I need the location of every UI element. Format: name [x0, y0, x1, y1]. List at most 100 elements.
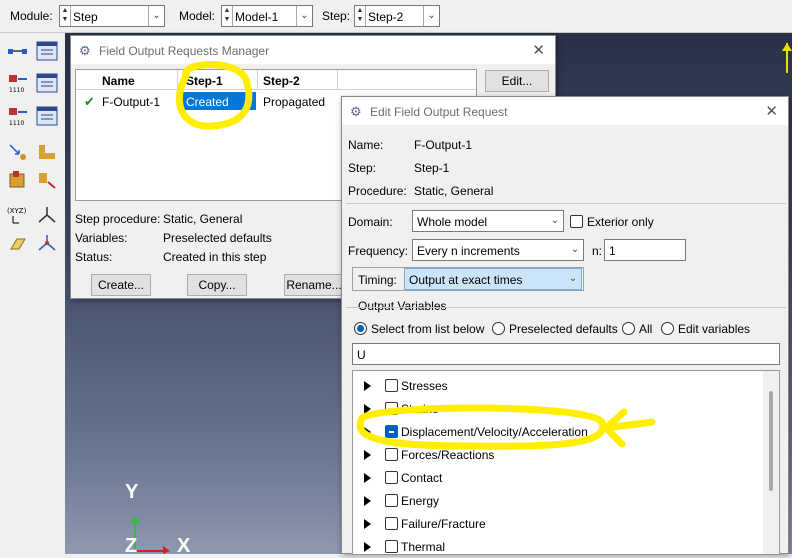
model-value: Model-1: [235, 10, 279, 24]
datum-plane-icon[interactable]: [7, 233, 29, 253]
editor-titlebar[interactable]: ⚙ Edit Field Output Request ✕: [342, 97, 788, 125]
module-value: Step: [73, 10, 98, 24]
tree-item[interactable]: Contact: [353, 467, 753, 489]
rename-button[interactable]: Rename...: [284, 274, 344, 296]
column-header[interactable]: Step-2: [263, 74, 300, 88]
datum-axis-icon[interactable]: [36, 205, 58, 225]
table-header: Name Step-1 Step-2: [76, 70, 476, 90]
item-checkbox[interactable]: [385, 471, 398, 484]
check-icon: ✔: [84, 94, 95, 109]
n-value: 1: [609, 244, 616, 258]
edit-button[interactable]: Edit...: [485, 70, 549, 92]
close-icon[interactable]: ✕: [765, 102, 778, 120]
manager-icon[interactable]: [36, 73, 58, 93]
step-combo[interactable]: ▲ ▼ Step-2 ⌄: [354, 5, 440, 27]
item-checkbox-partial[interactable]: [385, 425, 398, 438]
item-checkbox[interactable]: [385, 540, 398, 553]
radio-select-list[interactable]: [354, 322, 367, 335]
domain-value: Whole model: [417, 215, 488, 229]
manager-icon[interactable]: [36, 106, 58, 126]
timing-select[interactable]: Output at exact times ⌄: [404, 268, 582, 290]
column-header[interactable]: Name: [102, 74, 135, 88]
variable-filter-input[interactable]: U: [352, 343, 780, 365]
expand-icon[interactable]: [364, 427, 371, 437]
manager-titlebar[interactable]: ⚙ Field Output Requests Manager ✕: [71, 36, 555, 64]
expand-icon[interactable]: [364, 542, 371, 552]
row-step2-cell[interactable]: Propagated: [263, 95, 325, 109]
scrollbar-thumb[interactable]: [769, 391, 773, 491]
expand-icon[interactable]: [364, 473, 371, 483]
frequency-select[interactable]: Every n increments ⌄: [412, 239, 584, 261]
tree-item[interactable]: Displacement/Velocity/Acceleration: [353, 421, 753, 443]
domain-select[interactable]: Whole model ⌄: [412, 210, 564, 232]
tree-scrollbar[interactable]: [763, 371, 779, 554]
manager-icon[interactable]: [36, 41, 58, 61]
model-combo[interactable]: ▲ ▼ Model-1 ⌄: [221, 5, 313, 27]
context-toolbar: Module: ▲ ▼ Step ⌄ Model: ▲ ▼ Model-1 ⌄ St…: [0, 0, 792, 33]
close-icon[interactable]: ✕: [532, 41, 545, 59]
timing-label: Timing:: [358, 273, 397, 287]
create-button[interactable]: Create...: [91, 274, 151, 296]
datum-point-icon[interactable]: [36, 233, 58, 253]
tree-item[interactable]: Forces/Reactions: [353, 444, 753, 466]
field-output-icon[interactable]: 1110: [7, 73, 29, 93]
radio-edit-variables[interactable]: [661, 322, 674, 335]
expand-icon[interactable]: [364, 450, 371, 460]
chevron-down-icon[interactable]: ⌄: [567, 240, 583, 260]
column-header[interactable]: Step-1: [186, 74, 223, 88]
item-checkbox[interactable]: [385, 517, 398, 530]
csys-icon[interactable]: (XYZ): [7, 205, 29, 225]
module-combo[interactable]: ▲ ▼ Step ⌄: [59, 5, 165, 27]
chevron-down-icon[interactable]: ⌄: [148, 6, 164, 26]
procedure-value: Static, General: [414, 184, 494, 198]
expand-icon[interactable]: [364, 404, 371, 414]
tree-item[interactable]: Energy: [353, 490, 753, 512]
radio-label: Edit variables: [678, 322, 751, 336]
info-label: Variables:: [75, 231, 128, 245]
edit-field-output-window: ⚙ Edit Field Output Request ✕ Name: F-Ou…: [341, 96, 789, 555]
triad-fragment-icon: [782, 43, 792, 73]
spin-icon[interactable]: ▲ ▼: [60, 6, 71, 26]
item-checkbox[interactable]: [385, 448, 398, 461]
timing-value: Output at exact times: [409, 273, 523, 287]
adaptive-mesh-icon[interactable]: [7, 142, 29, 162]
radio-preselected[interactable]: [492, 322, 505, 335]
spin-icon[interactable]: ▲ ▼: [222, 6, 233, 26]
exterior-only-checkbox[interactable]: [570, 215, 583, 228]
history-output-icon[interactable]: 1110: [7, 106, 29, 126]
constraint-icon[interactable]: [36, 142, 58, 162]
radio-all[interactable]: [622, 322, 635, 335]
info-label: Status:: [75, 250, 113, 264]
info-value: Static, General: [163, 212, 243, 226]
item-label: Failure/Fracture: [401, 517, 486, 531]
expand-icon[interactable]: [364, 496, 371, 506]
copy-button[interactable]: Copy...: [187, 274, 247, 296]
step-value: Step-1: [414, 161, 450, 175]
chevron-down-icon[interactable]: ⌄: [296, 6, 312, 26]
item-checkbox[interactable]: [385, 402, 398, 415]
item-checkbox[interactable]: [385, 494, 398, 507]
radio-label: All: [639, 322, 653, 336]
chevron-down-icon[interactable]: ⌄: [547, 211, 563, 231]
step-create-icon[interactable]: [7, 41, 29, 61]
tree-item[interactable]: Stresses: [353, 375, 753, 397]
tool-icon[interactable]: [36, 170, 58, 190]
app-icon: ⚙: [79, 43, 91, 58]
svg-text:1110: 1110: [9, 120, 24, 126]
info-value: Preselected defaults: [163, 231, 272, 245]
n-input[interactable]: 1: [604, 239, 686, 261]
expand-icon[interactable]: [364, 381, 371, 391]
solid-part-icon[interactable]: [7, 170, 29, 190]
name-value: F-Output-1: [414, 138, 473, 152]
item-checkbox[interactable]: [385, 379, 398, 392]
chevron-down-icon[interactable]: ⌄: [565, 269, 581, 289]
module-label: Module:: [10, 9, 53, 23]
row-step1-cell[interactable]: Created: [182, 92, 256, 110]
tree-item[interactable]: Failure/Fracture: [353, 513, 753, 535]
chevron-down-icon[interactable]: ⌄: [423, 6, 439, 26]
spin-icon[interactable]: ▲ ▼: [355, 6, 366, 26]
tree-item[interactable]: Strains: [353, 398, 753, 420]
tree-item[interactable]: Thermal: [353, 536, 753, 554]
item-label: Displacement/Velocity/Acceleration: [401, 425, 588, 439]
expand-icon[interactable]: [364, 519, 371, 529]
